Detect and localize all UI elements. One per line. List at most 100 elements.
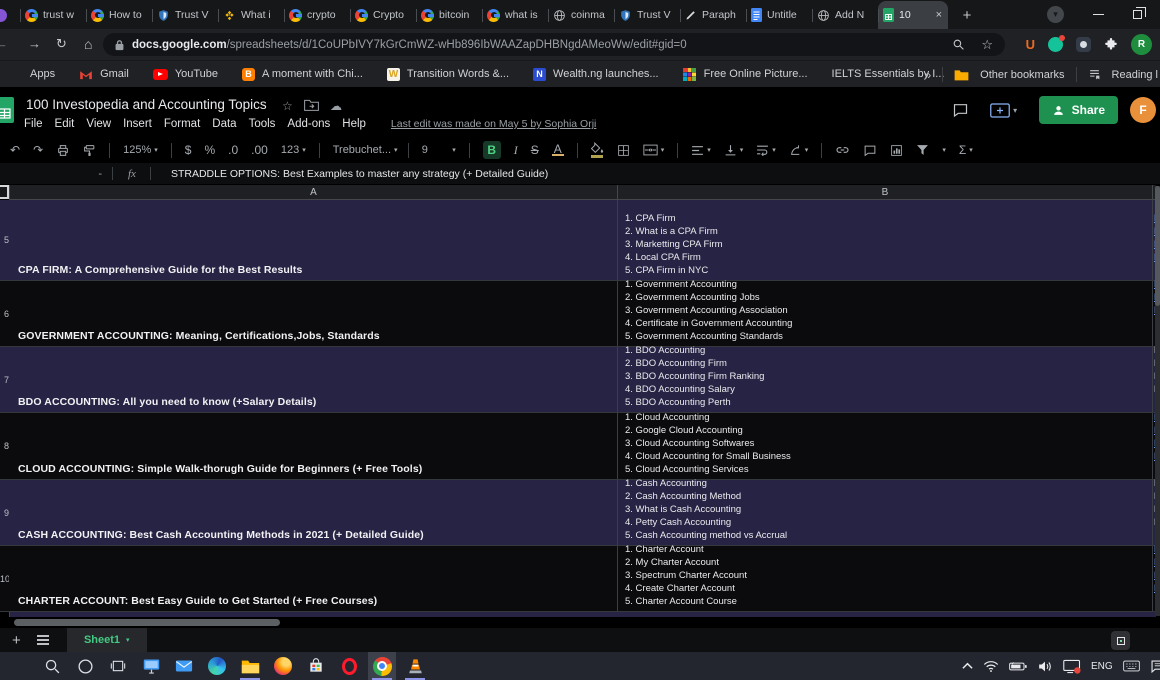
vertical-align-button[interactable]: ▾ — [724, 144, 744, 156]
bookmark-item[interactable]: YouTube — [153, 68, 218, 80]
all-sheets-menu-icon[interactable] — [37, 635, 49, 645]
taskbar-cortana-button[interactable] — [71, 652, 99, 680]
borders-button[interactable] — [617, 144, 630, 157]
user-avatar[interactable]: F — [1130, 97, 1156, 123]
print-button[interactable] — [56, 144, 70, 157]
browser-profile-avatar[interactable]: R — [1131, 34, 1152, 55]
battery-icon[interactable] — [1009, 661, 1027, 672]
taskbar-mail-button[interactable] — [170, 652, 198, 680]
browser-tab[interactable]: Trust V — [614, 1, 680, 29]
browser-tab[interactable]: what is — [482, 1, 548, 29]
ubersuggest-extension-icon[interactable]: U — [1026, 37, 1035, 52]
bookmark-star-icon[interactable]: ☆ — [981, 37, 993, 53]
bookmark-item[interactable]: WTransition Words &... — [387, 68, 509, 81]
add-sheet-button[interactable]: + — [12, 632, 21, 649]
sheet-tab-menu-icon[interactable]: ▾ — [126, 636, 130, 644]
browser-tab-active[interactable]: 10 × — [878, 1, 948, 29]
grid-corner[interactable] — [0, 185, 9, 199]
home-button[interactable]: ⌂ — [84, 36, 92, 52]
language-indicator[interactable]: ENG — [1091, 661, 1113, 672]
insert-comment-button[interactable] — [863, 144, 877, 157]
cell-b[interactable]: 1. Cash Accounting2. Cash Accounting Met… — [618, 480, 1153, 545]
row-number[interactable]: 5 — [0, 235, 9, 245]
text-wrap-button[interactable]: ▾ — [756, 144, 776, 156]
grammarly-extension-icon[interactable] — [1048, 37, 1063, 52]
menu-data[interactable]: Data — [212, 118, 236, 130]
font-select[interactable]: Trebuchet...▾ — [333, 144, 395, 156]
menu-file[interactable]: File — [24, 118, 43, 130]
browser-tab[interactable]: How to — [86, 1, 152, 29]
column-header-b[interactable]: B — [618, 185, 1153, 199]
volume-icon[interactable] — [1037, 660, 1053, 673]
tab-search-button[interactable]: ▾ — [1047, 6, 1064, 23]
taskbar-explorer-button[interactable] — [236, 652, 264, 680]
move-to-folder-icon[interactable] — [304, 99, 319, 111]
extensions-puzzle-icon[interactable] — [1104, 38, 1118, 52]
browser-tab[interactable]: What i — [218, 1, 284, 29]
row-number[interactable]: 6 — [0, 309, 9, 319]
cell-a[interactable]: BDO ACCOUNTING: All you need to know (+S… — [10, 347, 618, 412]
bookmark-item[interactable]: BA moment with Chi... — [242, 68, 363, 81]
more-formats-button[interactable]: 123▾ — [281, 144, 306, 156]
browser-tab[interactable]: coinma — [548, 1, 614, 29]
screen-cast-icon[interactable] — [1063, 659, 1081, 674]
undo-button[interactable]: ↶ — [10, 143, 20, 157]
taskbar-monitor-button[interactable] — [137, 652, 165, 680]
last-edit-link[interactable]: Last edit was made on May 5 by Sophia Or… — [391, 118, 596, 130]
horizontal-scrollbar[interactable] — [14, 619, 280, 626]
bold-button[interactable]: B — [483, 141, 501, 159]
menu-tools[interactable]: Tools — [249, 118, 276, 130]
cell-b[interactable]: 1. BDO Accounting2. BDO Accounting Firm3… — [618, 347, 1153, 412]
other-bookmarks-button[interactable]: Other bookmarks — [980, 69, 1064, 81]
filter-button[interactable] — [916, 144, 929, 156]
browser-tab[interactable]: Trust V — [152, 1, 218, 29]
taskbar-chrome-button[interactable] — [368, 652, 396, 680]
row-number[interactable]: 9 — [0, 508, 9, 518]
reading-list-button[interactable]: Reading l — [1112, 69, 1158, 81]
tab-close-button[interactable]: × — [935, 9, 943, 21]
reload-button[interactable]: ↻ — [56, 36, 67, 52]
cell-b[interactable]: 1. Cloud Accounting2. Google Cloud Accou… — [618, 413, 1153, 479]
window-restore-button[interactable] — [1133, 10, 1142, 19]
redo-button[interactable]: ↷ — [33, 143, 43, 157]
row-number[interactable]: 10 — [0, 574, 9, 584]
zoom-select[interactable]: 125%▾ — [123, 144, 158, 156]
menu-insert[interactable]: Insert — [123, 118, 152, 130]
filter-views-button[interactable]: ▾ — [942, 146, 946, 154]
functions-button[interactable]: Σ▾ — [959, 143, 973, 157]
menu-add-ons[interactable]: Add-ons — [287, 118, 330, 130]
bookmark-item[interactable]: Free Online Picture... — [683, 68, 808, 81]
present-to-meeting-button[interactable]: ▾ — [981, 97, 1027, 123]
paint-format-button[interactable] — [83, 144, 96, 157]
font-size-select[interactable]: 9▾ — [422, 144, 456, 156]
bookmarks-overflow-button[interactable]: » — [924, 68, 931, 82]
browser-tab[interactable]: crypto — [284, 1, 350, 29]
cell-a[interactable]: CLOUD ACCOUNTING: Simple Walk-thorugh Gu… — [10, 413, 618, 479]
forward-button[interactable]: → — [28, 36, 41, 51]
sheet-tab-sheet1[interactable]: Sheet1 ▾ — [67, 628, 147, 652]
horizontal-align-button[interactable]: ▾ — [691, 145, 711, 156]
insert-chart-button[interactable] — [890, 144, 903, 157]
new-tab-button[interactable]: + — [955, 3, 979, 27]
tray-expand-icon[interactable] — [962, 662, 973, 670]
window-minimize-button[interactable] — [1093, 14, 1104, 16]
browser-tab[interactable]: Paraph — [680, 1, 746, 29]
taskbar-opera-button[interactable] — [335, 652, 363, 680]
cell-b[interactable]: 1. CPA Firm2. What is a CPA Firm3. Marke… — [618, 200, 1153, 280]
star-document-icon[interactable]: ☆ — [282, 99, 293, 113]
taskbar-store-button[interactable] — [302, 652, 330, 680]
extension-icon[interactable] — [1076, 37, 1091, 52]
row-number[interactable]: 8 — [0, 441, 9, 451]
name-box[interactable]: - — [0, 168, 112, 180]
document-title[interactable]: 100 Investopedia and Accounting Topics — [26, 97, 267, 112]
cell-a[interactable]: CHARTER ACCOUNT: Best Easy Guide to Get … — [10, 546, 618, 611]
browser-tab[interactable]: bitcoin — [416, 1, 482, 29]
bookmark-item[interactable]: NWealth.ng launches... — [533, 68, 659, 81]
browser-tab[interactable]: Add N — [812, 1, 878, 29]
share-button[interactable]: Share — [1039, 96, 1118, 124]
decrease-decimal-button[interactable]: .0 — [228, 143, 238, 157]
increase-decimal-button[interactable]: .00 — [251, 143, 268, 157]
wifi-icon[interactable] — [983, 660, 999, 673]
url-bar[interactable]: docs.google.com/spreadsheets/d/1CoUPbIVY… — [103, 33, 1005, 56]
format-currency-button[interactable]: $ — [185, 143, 192, 157]
